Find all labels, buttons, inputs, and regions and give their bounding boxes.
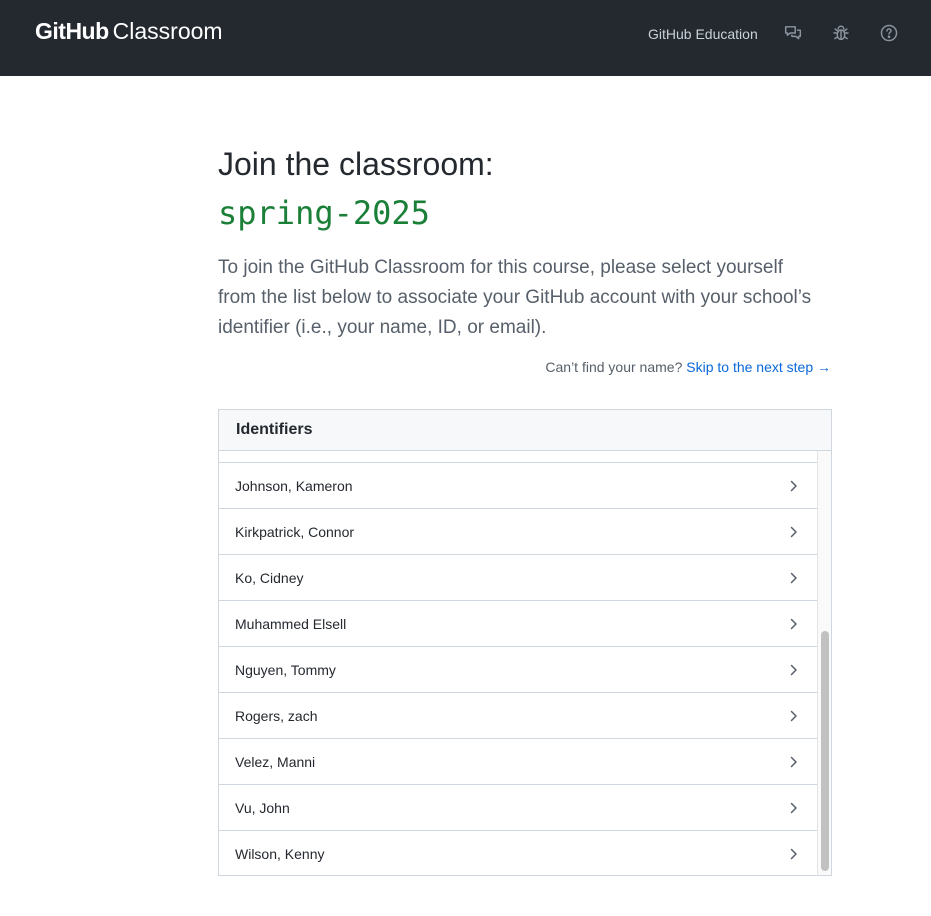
skip-prompt: Can’t find your name? bbox=[545, 359, 683, 375]
identifier-row[interactable]: Rogers, zach bbox=[219, 692, 817, 738]
chevron-right-icon bbox=[789, 847, 799, 861]
logo-classroom-text: Classroom bbox=[112, 18, 223, 44]
identifier-name: Muhammed Elsell bbox=[235, 615, 347, 632]
skip-row: Can’t find your name? Skip to the next s… bbox=[545, 358, 831, 376]
chevron-right-icon bbox=[789, 479, 799, 493]
logo-github-text: GitHub bbox=[35, 18, 109, 44]
identifier-name: Velez, Manni bbox=[235, 753, 316, 770]
identifier-row[interactable]: Muhammed Elsell bbox=[219, 600, 817, 646]
identifiers-list-viewport: Johnson, Kameron Kirkpatrick, Connor Ko, C… bbox=[219, 451, 817, 875]
identifier-name: Ko, Cidney bbox=[235, 569, 304, 586]
chevron-right-icon bbox=[789, 755, 799, 769]
identifier-row[interactable]: Nguyen, Tommy bbox=[219, 646, 817, 692]
identifier-row[interactable]: Wilson, Kenny bbox=[219, 830, 817, 875]
chevron-right-icon bbox=[789, 617, 799, 631]
classroom-name: spring-2025 bbox=[218, 194, 430, 232]
chevron-right-icon bbox=[789, 801, 799, 815]
skip-to-next-step-link[interactable]: Skip to the next step → bbox=[686, 359, 831, 375]
identifier-name: Kirkpatrick, Connor bbox=[235, 523, 355, 540]
identifier-row[interactable]: Johnson, Kameron bbox=[219, 462, 817, 508]
identifier-name: Wilson, Kenny bbox=[235, 845, 325, 862]
top-navbar: GitHub Classroom GitHub Education bbox=[0, 0, 931, 76]
identifiers-list: Johnson, Kameron Kirkpatrick, Connor Ko, C… bbox=[219, 462, 817, 875]
chevron-right-icon bbox=[789, 571, 799, 585]
identifier-name: Johnson, Kameron bbox=[235, 477, 353, 494]
bug-icon[interactable] bbox=[832, 24, 850, 42]
scrollbar-thumb[interactable] bbox=[821, 631, 829, 871]
identifier-row[interactable]: Vu, John bbox=[219, 784, 817, 830]
page-title: Join the classroom: bbox=[218, 146, 494, 182]
question-icon[interactable] bbox=[880, 24, 898, 42]
identifier-row[interactable]: Ko, Cidney bbox=[219, 554, 817, 600]
identifier-name: Nguyen, Tommy bbox=[235, 661, 336, 678]
chevron-right-icon bbox=[789, 525, 799, 539]
chevron-right-icon bbox=[789, 663, 799, 677]
chevron-right-icon bbox=[789, 709, 799, 723]
comment-discussion-icon[interactable] bbox=[784, 24, 802, 42]
identifiers-panel: Identifiers Johnson, Kameron Kirkpatrick,… bbox=[218, 409, 832, 876]
identifiers-scrollbar[interactable] bbox=[817, 451, 831, 875]
github-education-link[interactable]: GitHub Education bbox=[648, 25, 758, 43]
join-description: To join the GitHub Classroom for this co… bbox=[218, 257, 812, 338]
identifier-name: Vu, John bbox=[235, 799, 290, 816]
identifier-name: Rogers, zach bbox=[235, 707, 318, 724]
identifier-row[interactable]: Velez, Manni bbox=[219, 738, 817, 784]
identifiers-header: Identifiers bbox=[219, 410, 831, 451]
identifier-row[interactable]: Kirkpatrick, Connor bbox=[219, 508, 817, 554]
github-classroom-logo[interactable]: GitHub Classroom bbox=[35, 18, 223, 46]
